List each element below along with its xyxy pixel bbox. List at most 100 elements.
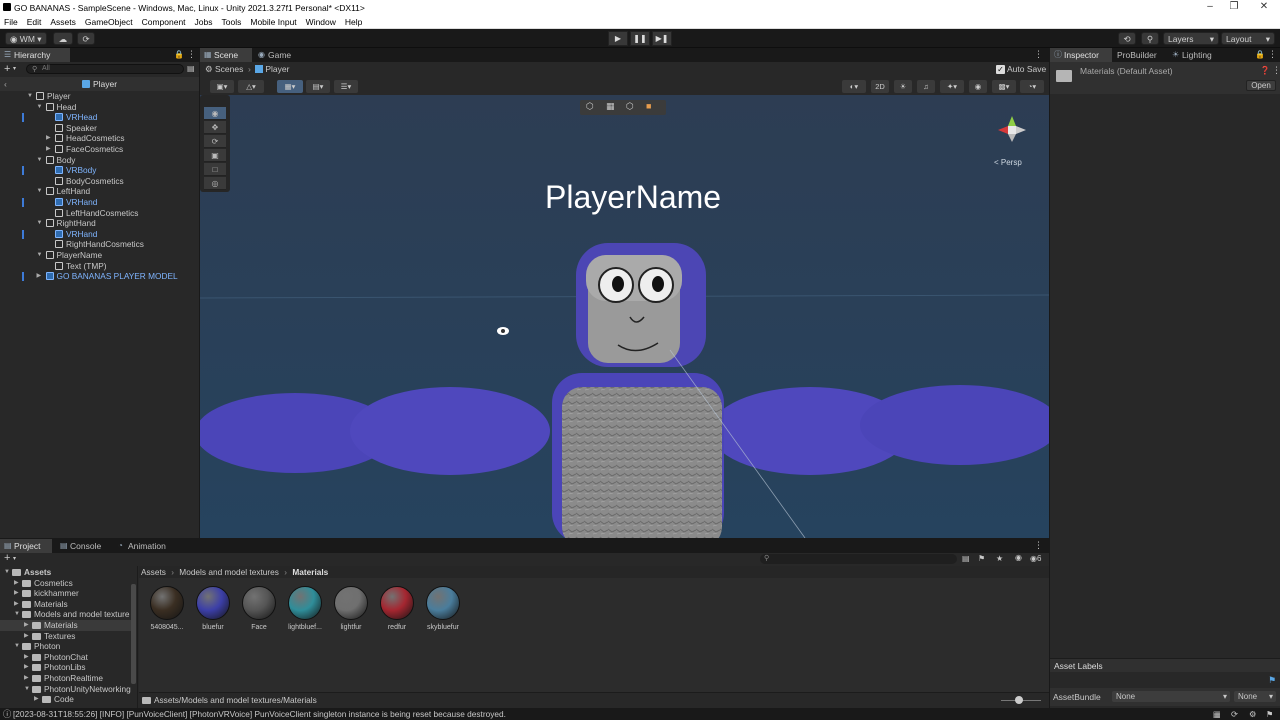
auto-save-checkbox[interactable]: ✓	[996, 65, 1005, 74]
menu-component[interactable]: Component	[142, 17, 186, 27]
tree-arrow-icon[interactable]: ▶	[14, 588, 19, 599]
tab-animation[interactable]: ◔ Animation	[114, 539, 176, 553]
create-dropdown-icon[interactable]: ▾	[13, 65, 16, 72]
play-button[interactable]: ▶	[608, 31, 628, 46]
collapse-arrow-icon[interactable]: ▶	[46, 133, 51, 144]
tree-arrow-icon[interactable]: ▶	[24, 620, 29, 631]
pause-button[interactable]: ❚❚	[630, 31, 650, 46]
folder-tree-item[interactable]: ▶ PhotonLibs	[0, 662, 135, 673]
hierarchy-row[interactable]: ▼ Body	[0, 155, 199, 166]
transform-tool-icon[interactable]: ◎	[204, 177, 226, 190]
hierarchy-row[interactable]: Text (TMP)	[0, 261, 199, 272]
camera-icon[interactable]: ▩▾	[992, 80, 1016, 93]
hierarchy-row[interactable]: Speaker	[0, 123, 199, 134]
notification-icon[interactable]: ⚑	[1266, 708, 1273, 720]
material-asset[interactable]: Face	[239, 586, 279, 631]
face-mode-icon[interactable]: ■	[646, 101, 651, 111]
expand-arrow-icon[interactable]: ▼	[37, 250, 43, 261]
audio-icon[interactable]: ♫	[917, 80, 935, 93]
expand-arrow-icon[interactable]: ▼	[37, 102, 43, 113]
hierarchy-row[interactable]: LeftHandCosmetics	[0, 208, 199, 219]
material-asset[interactable]: bluefur	[193, 586, 233, 631]
menu-jobs[interactable]: Jobs	[195, 17, 213, 27]
asset-variant-dropdown[interactable]: None ▾	[1234, 691, 1276, 702]
expand-arrow-icon[interactable]: ▼	[27, 91, 33, 102]
menu-assets[interactable]: Assets	[50, 17, 76, 27]
tree-arrow-icon[interactable]: ▶	[24, 652, 29, 663]
tab-scene[interactable]: ▦ Scene	[200, 48, 252, 62]
hierarchy-row[interactable]: RightHandCosmetics	[0, 239, 199, 250]
folder-tree-item[interactable]: ▶ Code	[0, 694, 135, 705]
scenes-breadcrumb[interactable]: ⚙ Scenes	[205, 64, 243, 75]
project-search-input[interactable]: ⚲	[760, 554, 957, 564]
hierarchy-row[interactable]: VRHand	[0, 229, 199, 240]
layers-dropdown[interactable]: Layers ▾	[1163, 32, 1219, 45]
tree-scrollbar[interactable]	[131, 584, 136, 684]
progress-icon[interactable]: ⟳	[1231, 708, 1238, 720]
hidden-packages-icon[interactable]: ◉	[1015, 553, 1022, 562]
zoom-slider-handle[interactable]	[1015, 696, 1023, 704]
tab-hierarchy[interactable]: ☰ Hierarchy	[0, 48, 70, 62]
breadcrumb-materials[interactable]: Materials	[292, 567, 328, 577]
persp-label[interactable]: < Persp	[994, 158, 1022, 167]
account-button[interactable]: ◉ WM ▾	[5, 32, 47, 45]
folder-tree-item[interactable]: ▶ Cosmetics	[0, 578, 135, 589]
edge-mode-icon[interactable]: ⬡	[626, 101, 634, 112]
expand-arrow-icon[interactable]: ▼	[37, 155, 43, 166]
create-dropdown-icon[interactable]: ▾	[13, 555, 16, 562]
move-tool-icon[interactable]: ✥	[204, 121, 226, 134]
cloud-icon[interactable]: ☁	[53, 32, 73, 45]
collab-icon[interactable]: ⟳	[77, 32, 95, 45]
view-tool-icon[interactable]: ◉	[204, 107, 226, 120]
hierarchy-row[interactable]: BodyCosmetics	[0, 176, 199, 187]
menu-file[interactable]: File	[4, 17, 18, 27]
folder-tree-item[interactable]: ▶ Materials	[0, 599, 135, 610]
create-icon[interactable]: +	[4, 63, 10, 75]
tree-arrow-icon[interactable]: ▼	[4, 567, 10, 578]
rect-tool-icon[interactable]: □	[204, 163, 226, 176]
folder-tree-item[interactable]: ▼ Assets	[0, 567, 135, 578]
menu-window[interactable]: Window	[306, 17, 336, 27]
open-button[interactable]: Open	[1246, 80, 1276, 91]
hierarchy-row[interactable]: ▼ PlayerName	[0, 250, 199, 261]
folder-tree-item[interactable]: ▶ Materials	[0, 620, 135, 631]
hierarchy-row[interactable]: ▼ RightHand	[0, 218, 199, 229]
hierarchy-row[interactable]: ▼ LeftHand	[0, 186, 199, 197]
scale-tool-icon[interactable]: ▣	[204, 149, 226, 162]
search-filter-icon[interactable]: ▤	[187, 64, 195, 73]
panel-menu-icon[interactable]: ⋮	[1268, 49, 1277, 60]
hierarchy-row[interactable]: ▼ Player	[0, 91, 199, 102]
menu-help[interactable]: Help	[345, 17, 362, 27]
tree-arrow-icon[interactable]: ▶	[14, 599, 19, 610]
label-tag-icon[interactable]: ⚑	[1268, 675, 1276, 686]
tree-arrow-icon[interactable]: ▼	[24, 684, 30, 695]
collapse-arrow-icon[interactable]: ▶	[37, 271, 42, 282]
tab-inspector[interactable]: ⓘ Inspector	[1050, 48, 1112, 62]
breadcrumb-models[interactable]: Models and model textures	[179, 567, 279, 577]
save-search-icon[interactable]: ★	[996, 554, 1003, 563]
menu-mobile-input[interactable]: Mobile Input	[250, 17, 296, 27]
hierarchy-row[interactable]: VRBody	[0, 165, 199, 176]
snap-increment-icon[interactable]: ▤▾	[306, 80, 330, 93]
grid-snap-icon[interactable]: ▦▾	[277, 80, 303, 93]
scene-viewport[interactable]: PlayerName < Persp ◉ ✥ ⟳ ▣ □ ◎ ⬡ ▦ ⬡ ■	[200, 95, 1049, 538]
mode-2d-button[interactable]: 2D	[871, 80, 889, 93]
ruler-icon[interactable]: ☰▾	[334, 80, 358, 93]
collapse-arrow-icon[interactable]: ▶	[46, 144, 51, 155]
folder-tree-item[interactable]: ▶ PhotonRealtime	[0, 673, 135, 684]
help-icon[interactable]: ❓	[1260, 66, 1270, 75]
hierarchy-row[interactable]: ▼ Head	[0, 102, 199, 113]
hierarchy-search-input[interactable]: ⚲ All	[26, 64, 184, 74]
panel-menu-icon[interactable]: ⋮	[1034, 540, 1043, 551]
gizmos-icon[interactable]: ◔▾	[1020, 80, 1044, 93]
hierarchy-row[interactable]: ▶ GO BANANAS PLAYER MODEL	[0, 271, 199, 282]
material-asset[interactable]: 5408045...	[147, 586, 187, 631]
tree-arrow-icon[interactable]: ▶	[24, 662, 29, 673]
tree-arrow-icon[interactable]: ▼	[14, 641, 20, 652]
create-icon[interactable]: +	[4, 552, 10, 564]
tab-console[interactable]: ▤ Console	[56, 539, 108, 553]
lighting-icon[interactable]: ☀	[894, 80, 912, 93]
back-arrow-icon[interactable]: ‹	[4, 77, 7, 91]
material-asset[interactable]: lightfur	[331, 586, 371, 631]
debug-icon[interactable]: ⚙	[1249, 708, 1256, 720]
